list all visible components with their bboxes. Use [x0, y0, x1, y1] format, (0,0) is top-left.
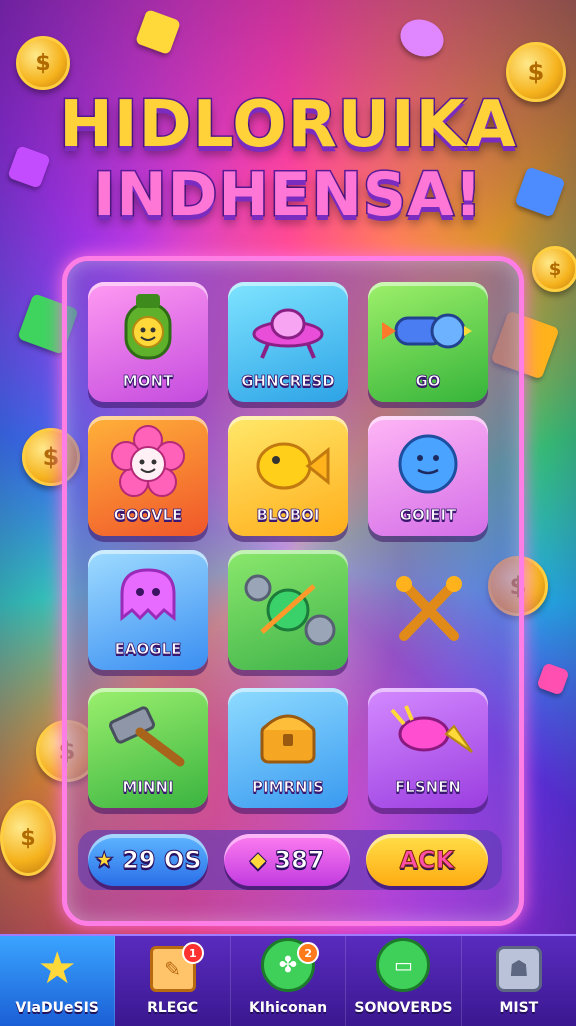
tile-label: EAOGLE [114, 640, 182, 659]
tile-eaogle[interactable]: EAOGLE [88, 550, 208, 670]
tile-label: MINNI [122, 778, 174, 797]
stars-counter[interactable]: ★ 29 OS [88, 834, 208, 886]
notification-badge: 2 [297, 942, 320, 964]
floating-cube-icon [536, 662, 570, 696]
bottom-nav: ★ VIaDUeSIS ✎ 1 RLEGC ✤ 2 KIhiconan ▭ SO… [0, 934, 576, 1026]
ghost-icon [88, 558, 208, 638]
ball-icon [368, 424, 488, 504]
tile-label: GOOVLE [113, 506, 183, 525]
tile-label: GOIEIT [399, 506, 457, 525]
stars-value: 29 OS [122, 846, 202, 875]
game-title-line-1: HIDLORUIKA [58, 87, 518, 164]
nav-item-rlegc[interactable]: ✎ 1 RLEGC [115, 936, 231, 1026]
tile-crossed-tools[interactable] [368, 550, 488, 670]
star-icon: ★ [37, 942, 77, 994]
gem-icon: ◆ [249, 847, 267, 873]
flower-icon [88, 424, 208, 504]
tile-ghncresd[interactable]: GHNCRESD [228, 282, 348, 402]
puzzle-icon: ☗ [495, 946, 542, 992]
treasure-chest-icon [228, 696, 348, 776]
nav-label: MIST [499, 1000, 539, 1016]
nav-item-viaduesis[interactable]: ★ VIaDUeSIS [0, 936, 116, 1026]
tile-gear-gem[interactable] [228, 550, 348, 670]
nav-item-sonoverds[interactable]: ▭ SONOVERDS [346, 936, 462, 1026]
floating-coin-icon: $ [532, 246, 576, 292]
gear-gem-icon [228, 570, 348, 650]
nav-label: KIhiconan [248, 1000, 328, 1016]
drill-icon [368, 696, 488, 776]
game-title-line-2: INDHENSA! [92, 159, 484, 232]
tile-label: FLSNEN [395, 778, 462, 797]
tile-label: PIMRNIS [252, 778, 325, 797]
ufo-icon [228, 290, 348, 370]
tile-pimrnis[interactable]: PIMRNIS [228, 688, 348, 808]
notification-badge: 1 [181, 942, 204, 964]
tile-label: GO [415, 372, 441, 391]
tile-label: GHNCRESD [241, 372, 335, 391]
ticket-icon: ▭ [376, 938, 431, 992]
hammer-icon [88, 696, 208, 776]
rocket-icon [368, 290, 488, 370]
tile-goieit[interactable]: GOIEIT [368, 416, 488, 536]
gems-counter[interactable]: ◆ 387 [224, 834, 350, 886]
floating-cube-icon [395, 13, 449, 63]
nav-label: SONOVERDS [354, 1000, 453, 1016]
nav-label: VIaDUeSIS [15, 1000, 99, 1016]
grenade-icon [88, 290, 208, 370]
floating-cube-icon [134, 8, 182, 56]
ack-label: ACK [399, 846, 455, 875]
tile-mont[interactable]: MONT [88, 282, 208, 402]
tile-flsnen[interactable]: FLSNEN [368, 688, 488, 808]
floating-coin-icon: $ [0, 800, 56, 876]
tile-bloboi[interactable]: BLOBOI [228, 416, 348, 536]
tile-goovle[interactable]: GOOVLE [88, 416, 208, 536]
fish-icon [228, 424, 348, 504]
nav-item-mist[interactable]: ☗ MIST [462, 936, 576, 1026]
ack-button[interactable]: ACK [366, 834, 488, 886]
nav-item-kihiconan[interactable]: ✤ 2 KIhiconan [231, 936, 347, 1026]
nav-label: RLEGC [147, 1000, 199, 1016]
crossed-tools-icon [368, 570, 488, 650]
tile-go[interactable]: GO [368, 282, 488, 402]
tile-label: BLOBOI [256, 506, 320, 525]
star-icon: ★ [94, 847, 115, 873]
tile-label: MONT [122, 372, 174, 391]
gems-value: 387 [274, 846, 325, 875]
tile-minni[interactable]: MINNI [88, 688, 208, 808]
floating-coin-icon: $ [16, 36, 70, 90]
